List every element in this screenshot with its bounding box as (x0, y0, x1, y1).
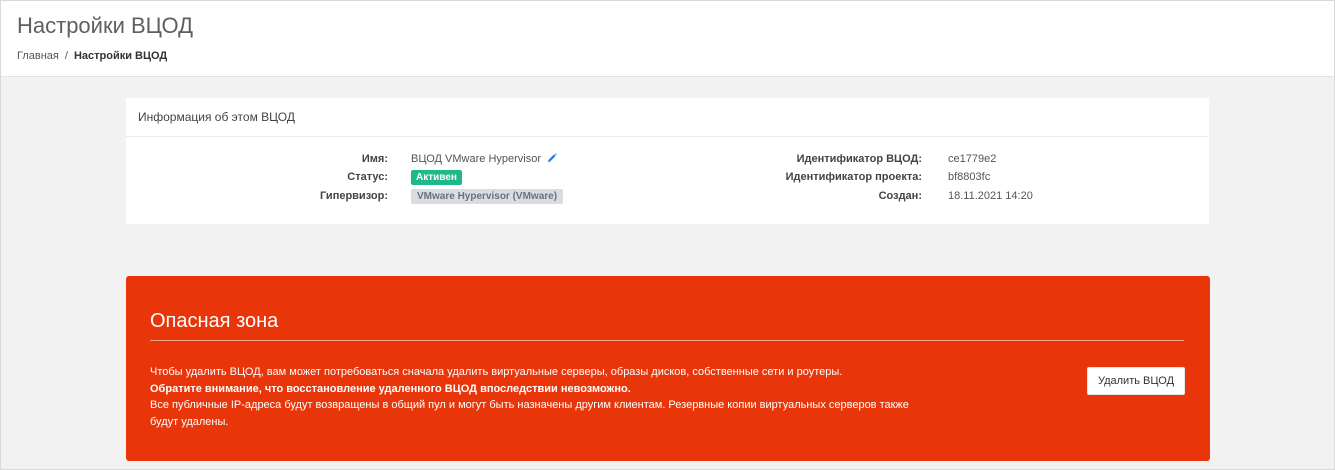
info-row-vdc-id: Идентификатор ВЦОД: ce1779e2 (666, 150, 1209, 168)
name-label: Имя: (361, 153, 388, 165)
info-row-status: Статус: Активен (126, 168, 666, 186)
vdc-id-value: ce1779e2 (948, 153, 997, 165)
danger-zone: Опасная зона Чтобы удалить ВЦОД, вам мож… (126, 276, 1210, 461)
breadcrumb-separator: / (64, 50, 68, 62)
page-header: Настройки ВЦОД Главная / Настройки ВЦОД (1, 1, 1334, 77)
breadcrumb: Главная / Настройки ВЦОД (17, 50, 167, 62)
project-id-value: bf8803fc (948, 171, 991, 183)
project-id-label: Идентификатор проекта: (785, 171, 922, 183)
vdc-id-label: Идентификатор ВЦОД: (796, 153, 922, 165)
info-row-created: Создан: 18.11.2021 14:20 (666, 187, 1209, 205)
info-card-title: Информация об этом ВЦОД (126, 98, 1209, 137)
breadcrumb-current: Настройки ВЦОД (73, 50, 168, 62)
hypervisor-label: Гипервизор: (319, 190, 388, 202)
info-card: Информация об этом ВЦОД Имя: ВЦОД VMware… (126, 98, 1209, 224)
danger-zone-divider (150, 340, 1184, 341)
pencil-icon[interactable] (547, 151, 557, 169)
delete-vdc-button[interactable]: Удалить ВЦОД (1087, 367, 1185, 395)
danger-zone-description: Чтобы удалить ВЦОД, вам может потребоват… (150, 364, 950, 430)
hypervisor-badge: VMware Hypervisor (VMware) (411, 189, 564, 204)
danger-text-line-1: Чтобы удалить ВЦОД, вам может потребоват… (150, 366, 843, 378)
danger-zone-title: Опасная зона (150, 310, 279, 332)
danger-text-line-3: Все публичные IP-адреса будут возвращены… (150, 399, 909, 428)
status-label: Статус: (347, 171, 388, 183)
created-value: 18.11.2021 14:20 (948, 190, 1033, 202)
danger-text-warning: Обратите внимание, что восстановление уд… (150, 382, 631, 395)
info-row-hypervisor: Гипервизор: VMware Hypervisor (VMware) (126, 187, 666, 205)
breadcrumb-home-link[interactable]: Главная (17, 50, 59, 62)
name-value: ВЦОД VMware Hypervisor (411, 153, 542, 165)
status-badge: Активен (411, 170, 462, 185)
page-title: Настройки ВЦОД (17, 13, 193, 38)
info-row-name: Имя: ВЦОД VMware Hypervisor (126, 150, 666, 168)
created-label: Создан: (878, 190, 922, 202)
info-row-project-id: Идентификатор проекта: bf8803fc (666, 168, 1209, 186)
